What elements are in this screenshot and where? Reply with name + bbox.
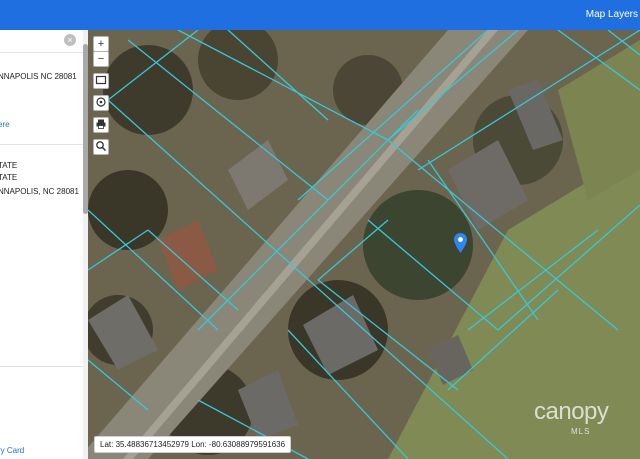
print-icon [96,119,106,129]
map-layers-link[interactable]: Map Layers [586,9,638,20]
minus-icon: − [97,53,105,65]
coordinates-readout: Lat: 35.48836713452979 Lon: -80.63088979… [94,436,292,453]
divider [0,144,84,145]
summary-card-link[interactable]: ry Card [0,446,24,455]
results-sidebar: × NNAPOLIS NC 28081 ere TATE TATE NNAPOL… [0,30,88,459]
locate-button[interactable] [93,95,109,111]
map-view[interactable]: + − canopy MLS Lat: 35.48836713452979 Lo… [88,30,640,459]
locate-icon [96,97,106,107]
zoom-out-button[interactable]: − [93,51,109,67]
plus-icon: + [97,38,105,50]
location-pin-icon[interactable] [454,233,467,253]
zoom-in-button[interactable]: + [93,36,109,52]
close-icon[interactable]: × [64,34,76,46]
divider [0,52,84,53]
result-1-link[interactable]: ere [0,120,10,129]
rectangle-select-button[interactable] [93,73,109,89]
search-icon [96,141,107,152]
divider [0,366,84,367]
canopy-mls-logo: canopy [534,398,609,425]
result-1-city: NNAPOLIS NC 28081 [0,72,77,81]
print-button[interactable] [93,117,109,133]
rectangle-select-icon [95,75,107,85]
result-2-city: NNAPOLIS, NC 28081 [0,187,79,196]
result-2-line-2: TATE [0,173,18,182]
search-button[interactable] [93,139,109,155]
aerial-imagery [88,30,640,459]
result-2-line-1: TATE [0,161,18,170]
top-bar: Map Layers [0,0,640,30]
canopy-mls-logo-sub: MLS [571,427,591,436]
